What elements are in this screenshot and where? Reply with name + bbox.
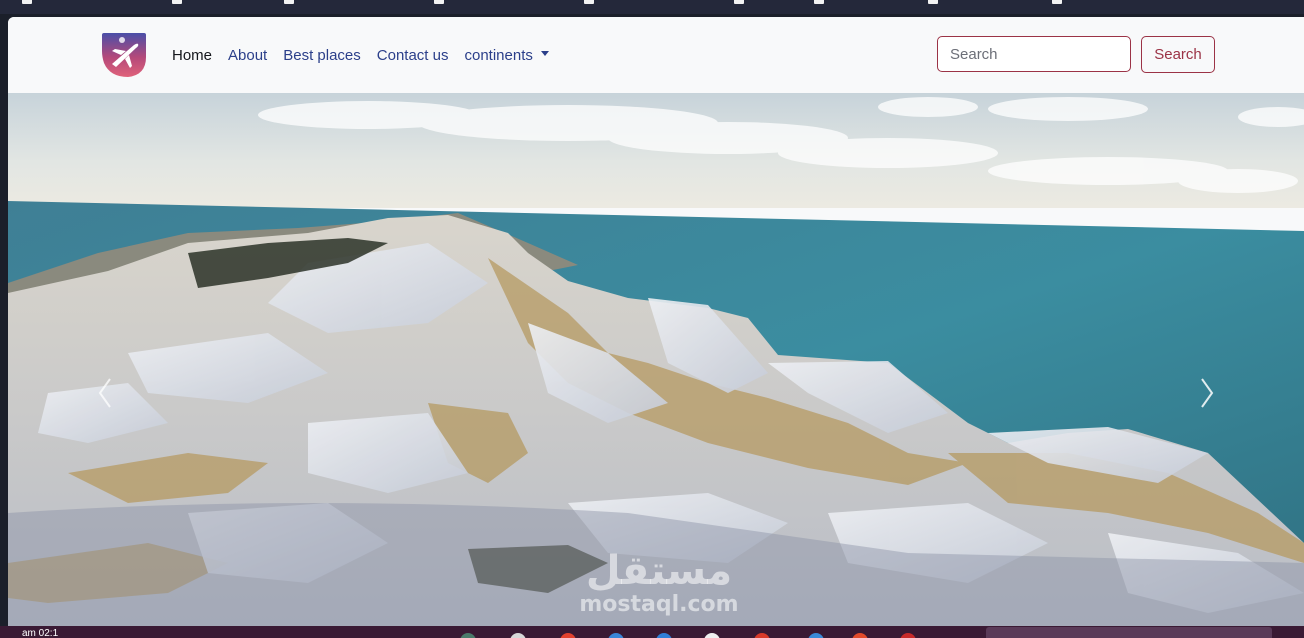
hero-landscape-image — [8, 93, 1304, 626]
nav-links: Home About Best places Contact us contin… — [172, 43, 549, 67]
web-page: Home About Best places Contact us contin… — [8, 17, 1304, 626]
nav-link-home[interactable]: Home — [172, 47, 212, 64]
app-icon[interactable] — [460, 633, 476, 638]
nav-dropdown-continents-label: continents — [464, 46, 533, 64]
app-icon[interactable] — [510, 633, 526, 638]
mostaql-watermark: مستقل mostaql.com — [574, 549, 744, 617]
carousel-prev-button[interactable] — [84, 365, 124, 421]
nav-link-about[interactable]: About — [228, 47, 267, 64]
app-icon[interactable] — [808, 633, 824, 638]
window-thumbnail[interactable] — [986, 627, 1272, 638]
app-icon[interactable] — [900, 633, 916, 638]
taskbar-clock: am 02:1 — [22, 628, 59, 638]
bookmark-icon[interactable] — [584, 0, 594, 4]
os-taskbar: am 02:1 — [0, 626, 1304, 638]
bookmark-icon[interactable] — [928, 0, 938, 4]
nav-link-contact-us[interactable]: Contact us — [377, 47, 449, 64]
app-icon[interactable] — [656, 633, 672, 638]
brand-logo[interactable] — [100, 31, 148, 79]
app-icon[interactable] — [852, 633, 868, 638]
bookmark-icon[interactable] — [284, 0, 294, 4]
bookmark-icon[interactable] — [734, 0, 744, 4]
bookmark-icon[interactable] — [1052, 0, 1062, 4]
nav-link-best-places[interactable]: Best places — [283, 47, 361, 64]
search-button[interactable]: Search — [1141, 36, 1215, 73]
nav-dropdown-continents[interactable]: continents — [464, 46, 549, 64]
bookmark-icon[interactable] — [172, 0, 182, 4]
bookmark-icon[interactable] — [814, 0, 824, 4]
app-icon[interactable] — [754, 633, 770, 638]
navbar: Home About Best places Contact us contin… — [8, 17, 1304, 93]
hero-carousel: مستقل mostaql.com — [8, 93, 1304, 626]
watermark-arabic-text: مستقل — [585, 548, 733, 594]
bookmark-icon[interactable] — [22, 0, 32, 4]
app-icon[interactable] — [704, 633, 720, 638]
app-icon[interactable] — [560, 633, 576, 638]
browser-bookmarks-bar — [0, 0, 1304, 14]
chevron-left-icon — [98, 378, 111, 408]
carousel-next-button[interactable] — [1188, 365, 1228, 421]
bookmark-icon[interactable] — [434, 0, 444, 4]
watermark-url-text: mostaql.com — [579, 592, 739, 617]
app-icon[interactable] — [608, 633, 624, 638]
chevron-right-icon — [1201, 378, 1214, 408]
search-input[interactable] — [937, 36, 1131, 72]
caret-down-icon — [540, 51, 549, 57]
airplane-logo-icon — [102, 33, 146, 77]
